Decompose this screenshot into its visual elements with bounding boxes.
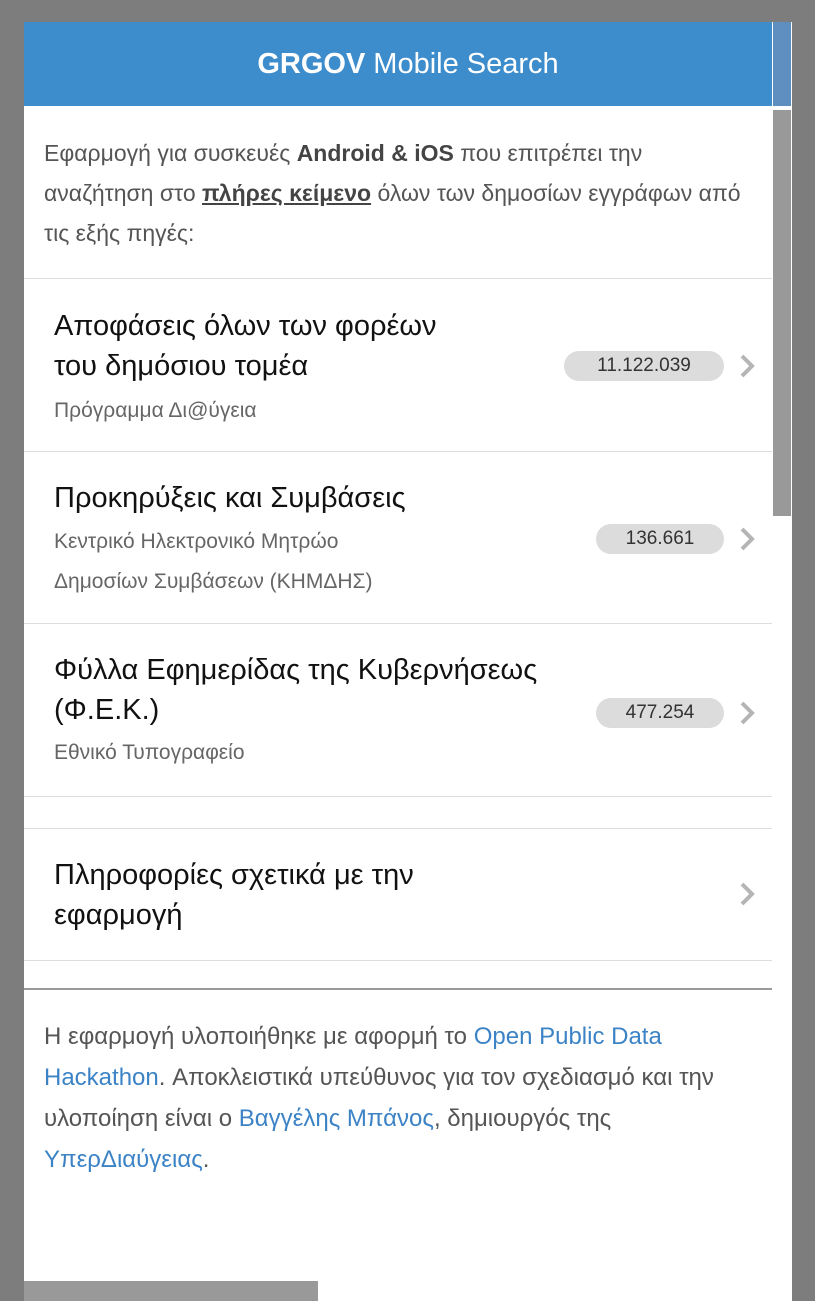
horizontal-scrollbar[interactable] (24, 1281, 318, 1301)
source-title-line: Φύλλα Εφημερίδας της Κυβερνήσεως (54, 654, 538, 686)
source-title: Φύλλα Εφημερίδας της Κυβερνήσεως (Φ.Ε.Κ.… (54, 650, 537, 730)
source-title-line: Προκηρύξεις και Συμβάσεις (54, 482, 406, 514)
author-link[interactable]: Βαγγέλης Μπάνος (239, 1105, 434, 1132)
about-title-line: εφαρμογή (54, 899, 183, 931)
scrollbar-thumb[interactable] (773, 110, 791, 516)
source-subtitle: Πρόγραμμα Δι@ύγεια (54, 399, 257, 422)
count-badge: 11.122.039 (564, 351, 724, 381)
footer-text-part: , δημιουργός της (433, 1105, 612, 1132)
source-title-line: (Φ.Ε.Κ.) (54, 694, 160, 726)
list-spacer (24, 797, 792, 829)
about-app-item[interactable]: Πληροφορίες σχετικά με την εφαρμογή (24, 829, 792, 961)
yperdiavgeia-link[interactable]: ΥπερΔιαύγειας (44, 1146, 203, 1173)
footer-text-part: . (202, 1146, 210, 1173)
intro-text: Εφαρμογή για συσκευές Android & iOS που … (24, 106, 774, 279)
source-subtitle-line: Κεντρικό Ηλεκτρονικό Μητρώο (54, 530, 339, 553)
about-title-line: Πληροφορίες σχετικά με την (54, 859, 414, 891)
about-title: Πληροφορίες σχετικά με την εφαρμογή (54, 855, 414, 935)
app-frame: GRGOV Mobile Search Εφαρμογή για συσκευέ… (24, 22, 792, 1301)
brand-name: GRGOV (257, 47, 366, 80)
count-badge: 136.661 (596, 524, 724, 554)
chevron-right-icon (740, 701, 755, 725)
intro-text-part: Εφαρμογή για συσκευές (44, 140, 297, 166)
header-title: Mobile Search (373, 47, 559, 80)
source-title-line: Αποφάσεις όλων των φορέων (54, 310, 437, 342)
chevron-right-icon (740, 354, 755, 378)
chevron-right-icon (740, 882, 755, 906)
count-badge: 477.254 (596, 698, 724, 728)
source-subtitle: Κεντρικό Ηλεκτρονικό Μητρώο Δημοσίων Συμ… (54, 522, 373, 602)
footer-credits: Η εφαρμογή υλοποιήθηκε με αφορμή το Open… (24, 988, 792, 1301)
source-item-fek[interactable]: Φύλλα Εφημερίδας της Κυβερνήσεως (Φ.Ε.Κ.… (24, 624, 792, 797)
chevron-right-icon (740, 527, 755, 551)
source-item-diavgeia[interactable]: Αποφάσεις όλων των φορέων του δημόσιου τ… (24, 280, 792, 452)
source-item-khmdhs[interactable]: Προκηρύξεις και Συμβάσεις Κεντρικό Ηλεκτ… (24, 452, 792, 624)
intro-platforms: Android & iOS (296, 140, 454, 166)
app-header: GRGOV Mobile Search (24, 22, 792, 106)
intro-fulltext: πλήρες κείμενο (202, 180, 372, 206)
footer-text-part: Η εφαρμογή υλοποιήθηκε με αφορμή το (44, 1023, 474, 1050)
source-title-line: του δημόσιου τομέα (54, 350, 309, 382)
source-title: Προκηρύξεις και Συμβάσεις (54, 478, 406, 518)
source-subtitle: Εθνικό Τυπογραφείο (54, 741, 245, 764)
source-title: Αποφάσεις όλων των φορέων του δημόσιου τ… (54, 306, 437, 386)
scrollbar-header-segment (773, 22, 791, 106)
source-subtitle-line: Δημοσίων Συμβάσεων (ΚΗΜΔΗΣ) (54, 570, 373, 593)
